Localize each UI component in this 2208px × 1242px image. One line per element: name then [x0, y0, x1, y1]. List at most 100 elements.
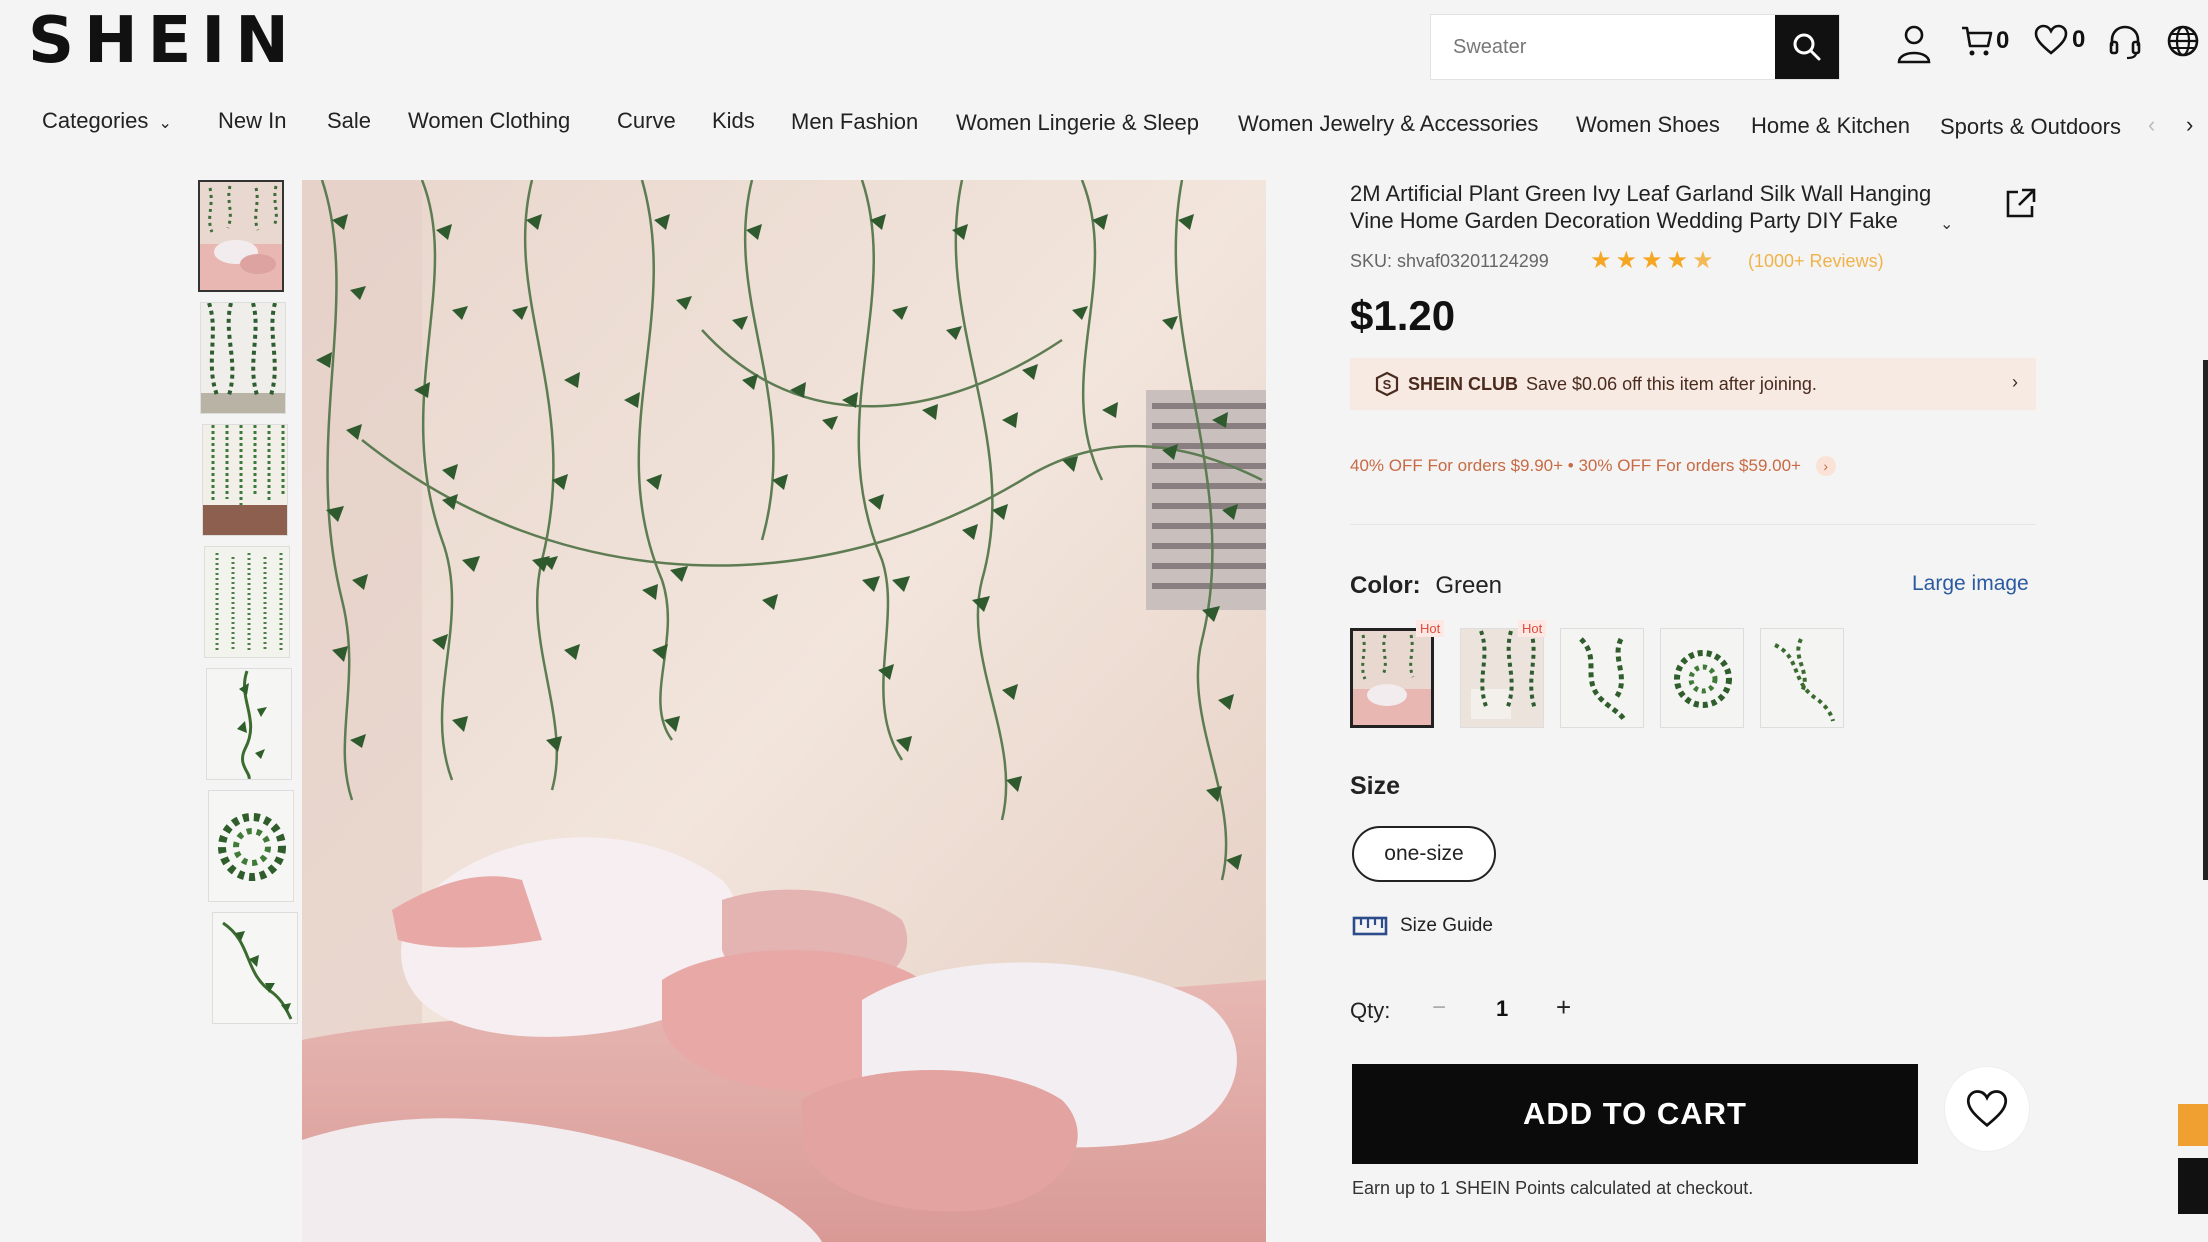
nav-women-jewelry[interactable]: Women Jewelry & Accessories: [1238, 111, 1538, 137]
thumbnail-4[interactable]: [204, 546, 290, 658]
shein-logo[interactable]: SHEIN: [28, 4, 299, 78]
nav-categories[interactable]: Categories ⌄: [42, 108, 172, 134]
product-sku: SKU: shvaf03201124299: [1350, 251, 1549, 271]
hot-badge: Hot: [1518, 620, 1547, 637]
account-button[interactable]: [1896, 24, 1932, 64]
qty-decrease-button[interactable]: −: [1432, 994, 1446, 1022]
size-guide-link[interactable]: Size Guide: [1352, 914, 1493, 938]
star-icon: ★: [1641, 247, 1667, 274]
color-swatch-5[interactable]: [1760, 628, 1844, 728]
size-label: Size: [1350, 772, 1401, 800]
club-name: SHEIN CLUB: [1408, 373, 1519, 394]
product-photo: [302, 180, 1266, 1242]
search-icon: [1793, 33, 1821, 61]
chevron-right-icon: ›: [2012, 372, 2018, 392]
thumbnail-image: [203, 425, 287, 535]
nav-curve[interactable]: Curve: [617, 108, 676, 134]
swatch-image: [1561, 629, 1643, 727]
color-value: Green: [1435, 572, 1503, 599]
star-icon: ★: [1590, 247, 1616, 274]
thumbnail-1[interactable]: [198, 180, 284, 292]
svg-text:S: S: [1383, 377, 1392, 392]
globe-icon: [2167, 25, 2199, 57]
half-star-icon: ★: [1692, 247, 1718, 274]
qty-value[interactable]: 1: [1496, 996, 1508, 1022]
thumbnail-image: [201, 303, 285, 413]
thumbnail-2[interactable]: [200, 302, 286, 414]
user-icon: [1897, 25, 1931, 64]
back-to-top-button[interactable]: [2178, 1158, 2208, 1214]
promo-text: 40% OFF For orders $9.90+ • 30% OFF For …: [1350, 456, 1801, 475]
product-title: 2M Artificial Plant Green Ivy Leaf Garla…: [1350, 181, 1932, 233]
wishlist-button[interactable]: 0: [2034, 24, 2085, 56]
thumbnail-image: [209, 791, 293, 901]
rating-stars: ★★★★★: [1590, 246, 1718, 275]
nav-prev-arrow[interactable]: ‹: [2148, 112, 2155, 138]
search-button[interactable]: [1775, 15, 1839, 79]
chevron-right-icon: ›: [1815, 456, 1836, 476]
qty-increase-button[interactable]: +: [1556, 992, 1571, 1023]
cart-count: 0: [1996, 27, 2010, 54]
color-swatch-2[interactable]: [1460, 628, 1544, 728]
nav-sale[interactable]: Sale: [327, 108, 371, 134]
main-product-image[interactable]: [302, 180, 1266, 1242]
thumbnail-3[interactable]: [202, 424, 288, 536]
heart-icon: [1966, 1090, 2008, 1128]
club-text: Save $0.06 off this item after joining.: [1526, 373, 1817, 394]
wishlist-count: 0: [2072, 26, 2086, 53]
thumbnail-image: [205, 547, 289, 657]
wall-vent: [1146, 390, 1266, 610]
cart-icon: [1962, 26, 1993, 56]
swatch-image: [1461, 629, 1543, 727]
color-swatch-4[interactable]: [1660, 628, 1744, 728]
search-bar: [1430, 14, 1840, 80]
scrollbar[interactable]: [2203, 360, 2208, 880]
search-input[interactable]: [1431, 15, 1776, 79]
nav-women-shoes[interactable]: Women Shoes: [1576, 112, 1720, 138]
promo-offer[interactable]: 40% OFF For orders $9.90+ • 30% OFF For …: [1350, 456, 1836, 476]
side-floating-widget[interactable]: [2178, 1104, 2208, 1146]
color-label-text: Color:: [1350, 572, 1421, 599]
language-button[interactable]: [2166, 24, 2200, 58]
cart-button[interactable]: 0: [1960, 24, 2009, 58]
thumbnail-image: [213, 913, 297, 1023]
color-swatch-3[interactable]: [1560, 628, 1644, 728]
large-image-link[interactable]: Large image: [1912, 572, 2029, 596]
nav-home-kitchen[interactable]: Home & Kitchen: [1751, 113, 1910, 139]
color-swatch-1[interactable]: [1350, 628, 1434, 728]
nav-women-lingerie[interactable]: Women Lingerie & Sleep: [956, 110, 1199, 136]
shein-club-icon: S: [1375, 371, 1399, 397]
star-icon: ★: [1615, 247, 1642, 274]
chevron-down-icon[interactable]: ⌄: [1940, 214, 1953, 234]
size-option-one-size[interactable]: one-size: [1352, 826, 1496, 882]
share-button[interactable]: [2004, 186, 2038, 225]
nav-new-in[interactable]: New In: [218, 108, 286, 134]
thumbnail-6[interactable]: [208, 790, 294, 902]
support-button[interactable]: [2108, 24, 2142, 60]
size-guide-text: Size Guide: [1400, 915, 1493, 936]
nav-women-clothing[interactable]: Women Clothing: [408, 108, 570, 134]
heart-icon: [2034, 24, 2068, 55]
star-icon: ★: [1666, 247, 1693, 274]
nav-men-fashion[interactable]: Men Fashion: [791, 109, 918, 135]
add-to-wishlist-button[interactable]: [1944, 1066, 2030, 1152]
add-to-cart-button[interactable]: ADD TO CART: [1352, 1064, 1918, 1164]
color-label: Color: Green: [1350, 572, 1502, 600]
nav-kids[interactable]: Kids: [712, 108, 755, 134]
headset-icon: [2109, 25, 2141, 60]
points-note: Earn up to 1 SHEIN Points calculated at …: [1352, 1178, 1754, 1198]
thumbnail-image: [207, 669, 291, 779]
nav-next-arrow[interactable]: ›: [2186, 112, 2193, 138]
thumbnail-7[interactable]: [212, 912, 298, 1024]
nav-sports-outdoors[interactable]: Sports & Outdoors: [1940, 114, 2121, 140]
ruler-icon: [1352, 916, 1388, 936]
thumbnail-image: [200, 182, 282, 290]
swatch-image: [1353, 631, 1431, 725]
qty-label: Qty:: [1350, 998, 1391, 1023]
nav-label: Categories: [42, 108, 149, 133]
product-price: $1.20: [1350, 292, 1456, 339]
thumbnail-5[interactable]: [206, 668, 292, 780]
share-icon: [2006, 188, 2036, 218]
shein-club-banner[interactable]: S SHEIN CLUB Save $0.06 off this item af…: [1350, 358, 2036, 410]
reviews-link[interactable]: (1000+ Reviews): [1748, 251, 1884, 272]
